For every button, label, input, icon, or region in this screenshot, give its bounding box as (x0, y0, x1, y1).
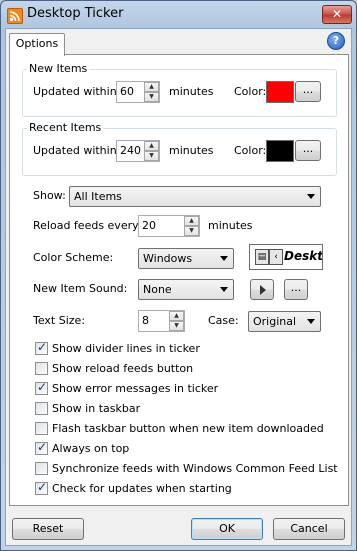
stepper-down-icon[interactable]: ▼ (184, 226, 199, 236)
reload-button-label[interactable]: Show reload feeds button (52, 362, 193, 375)
sync-feeds-label[interactable]: Synchronize feeds with Windows Common Fe… (52, 462, 338, 475)
new-items-color-browse-button[interactable]: ... (295, 81, 321, 102)
checkmark-icon: ✓ (37, 480, 48, 494)
sound-label: New Item Sound: (33, 282, 128, 295)
reload-button-checkbox[interactable] (35, 362, 48, 375)
recent-items-color-label: Color: (234, 144, 267, 157)
window-title: Desktop Ticker (27, 6, 124, 21)
sync-feeds-checkbox[interactable] (35, 462, 48, 475)
chevron-down-icon (307, 194, 315, 199)
tab-options[interactable]: Options (9, 33, 65, 56)
sound-value: None (143, 283, 172, 296)
cancel-button[interactable]: Cancel (273, 518, 345, 540)
stepper-up-icon[interactable]: ▲ (184, 216, 199, 226)
checkmark-icon: ✓ (37, 380, 48, 394)
stepper-up-icon[interactable]: ▲ (144, 82, 159, 92)
flash-taskbar-label[interactable]: Flash taskbar button when new item downl… (52, 422, 324, 435)
stepper-down-icon[interactable]: ▼ (144, 92, 159, 102)
divider-lines-checkbox[interactable]: ✓ (35, 340, 48, 355)
preview-ticker-text: Deskt (284, 249, 323, 263)
show-select[interactable]: All Items (69, 186, 321, 207)
sound-browse-button[interactable]: ... (284, 279, 308, 300)
help-icon[interactable]: ? (327, 32, 345, 50)
case-select[interactable]: Original (248, 311, 321, 332)
new-items-color-swatch[interactable] (266, 81, 294, 103)
show-label: Show: (33, 189, 66, 202)
new-items-minutes-stepper[interactable]: 60 ▲ ▼ (116, 81, 160, 103)
reload-unit: minutes (208, 219, 253, 232)
play-sound-button[interactable] (250, 279, 274, 300)
checkmark-icon: ✓ (37, 340, 48, 354)
chevron-left-icon: ‹ (269, 249, 283, 265)
stepper-down-icon[interactable]: ▼ (144, 151, 159, 161)
divider-lines-label[interactable]: Show divider lines in ticker (52, 342, 200, 355)
new-items-legend: New Items (27, 62, 90, 75)
reload-label: Reload feeds every (33, 219, 139, 232)
recent-items-unit: minutes (169, 144, 214, 157)
chevron-down-icon (307, 319, 315, 324)
always-on-top-checkbox[interactable]: ✓ (35, 440, 48, 455)
show-in-taskbar-label[interactable]: Show in taskbar (52, 402, 140, 415)
chevron-down-icon (220, 256, 228, 261)
error-messages-label[interactable]: Show error messages in ticker (52, 382, 218, 395)
sound-select[interactable]: None (138, 279, 234, 300)
stepper-down-icon[interactable]: ▼ (169, 321, 184, 331)
recent-items-color-browse-button[interactable]: ... (295, 140, 321, 161)
document-icon: ▤ (255, 249, 269, 265)
color-scheme-select[interactable]: Windows (138, 248, 234, 269)
error-messages-checkbox[interactable]: ✓ (35, 380, 48, 395)
new-items-updated-label: Updated within (33, 85, 117, 98)
recent-items-minutes-stepper[interactable]: 240 ▲ ▼ (116, 140, 160, 162)
case-label: Case: (208, 314, 239, 327)
new-items-color-label: Color: (234, 85, 267, 98)
title-bar: Desktop Ticker ✕ (1, 1, 356, 29)
check-updates-label[interactable]: Check for updates when starting (52, 482, 232, 495)
rss-icon (7, 8, 23, 24)
color-scheme-preview: ▤ ‹ Deskt (249, 244, 323, 270)
chevron-down-icon (220, 287, 228, 292)
text-size-stepper[interactable]: 8 ▲ ▼ (138, 310, 185, 332)
play-icon (260, 285, 266, 295)
text-size-label: Text Size: (33, 314, 86, 327)
close-button[interactable]: ✕ (322, 5, 352, 24)
recent-items-minutes-value: 240 (120, 144, 141, 157)
reload-minutes-value: 20 (142, 219, 156, 232)
reset-button[interactable]: Reset (12, 518, 84, 540)
color-scheme-label: Color Scheme: (33, 251, 114, 264)
color-scheme-value: Windows (143, 252, 193, 265)
recent-items-updated-label: Updated within (33, 144, 117, 157)
recent-items-color-swatch[interactable] (266, 140, 294, 162)
show-select-value: All Items (74, 190, 122, 203)
show-in-taskbar-checkbox[interactable] (35, 402, 48, 415)
flash-taskbar-checkbox[interactable] (35, 422, 48, 435)
new-items-minutes-value: 60 (120, 85, 134, 98)
reload-minutes-stepper[interactable]: 20 ▲ ▼ (138, 215, 200, 237)
always-on-top-label[interactable]: Always on top (52, 442, 129, 455)
recent-items-legend: Recent Items (27, 121, 104, 134)
ok-button[interactable]: OK (191, 518, 263, 540)
text-size-value: 8 (142, 314, 149, 327)
stepper-up-icon[interactable]: ▲ (169, 311, 184, 321)
checkmark-icon: ✓ (37, 440, 48, 454)
new-items-unit: minutes (169, 85, 214, 98)
case-value: Original (253, 315, 297, 328)
check-updates-checkbox[interactable]: ✓ (35, 480, 48, 495)
stepper-up-icon[interactable]: ▲ (144, 141, 159, 151)
